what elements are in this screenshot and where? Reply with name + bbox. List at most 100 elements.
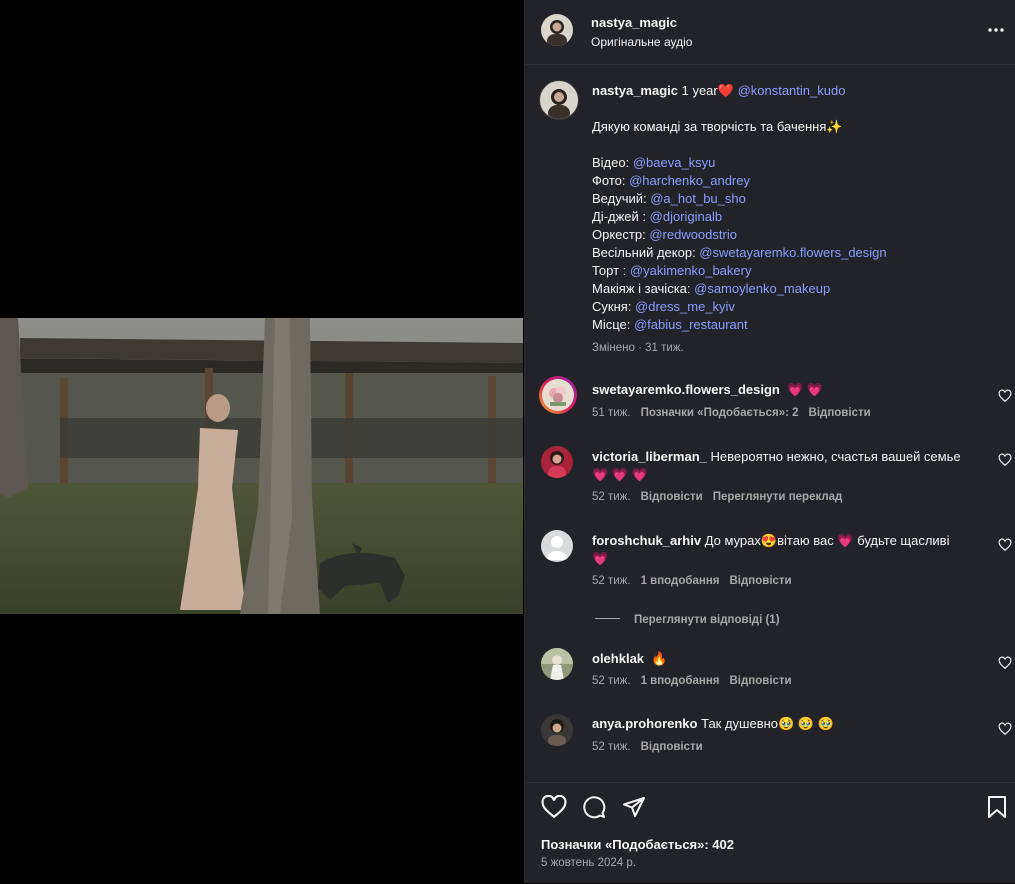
comment-time[interactable]: 52 тиж.	[592, 675, 631, 687]
comment-username[interactable]: victoria_liberman_	[592, 449, 707, 464]
flowers-icon	[549, 386, 566, 406]
comment-time[interactable]: 52 тиж.	[592, 575, 631, 587]
credit-role: Ді-джей :	[592, 209, 650, 224]
credit-role: Відео:	[592, 155, 633, 170]
save-icon[interactable]	[986, 795, 1008, 819]
video-player[interactable]	[0, 318, 523, 614]
share-icon[interactable]	[622, 795, 646, 819]
comment-username[interactable]: foroshchuk_arhiv	[592, 533, 701, 548]
comment: swetayaremko.flowers_design 💗 💗 51 тиж. П…	[525, 376, 1015, 426]
more-options-icon[interactable]	[986, 22, 1006, 38]
audio-link[interactable]: Оригінальне аудіо	[591, 35, 692, 49]
post-panel: nastya_magic Оригінальне аудіо nastya_ma…	[524, 0, 1015, 883]
comment-avatar[interactable]	[541, 648, 573, 680]
comment: victoria_liberman_ Невероятно нежно, сча…	[525, 446, 1015, 506]
like-comment-icon[interactable]	[998, 389, 1012, 403]
like-comment-icon[interactable]	[998, 453, 1012, 467]
heart-emoji: 💗 💗 💗	[592, 467, 648, 482]
credit-handle-link[interactable]: @swetayaremko.flowers_design	[699, 245, 886, 260]
heart-emoji: ❤️	[717, 83, 734, 98]
credit-handle-link[interactable]: @djoriginalb	[650, 209, 722, 224]
credit-line: Торт : @yakimenko_bakery	[592, 262, 992, 280]
replies-divider	[595, 618, 620, 620]
heart-emoji: 💗 💗	[787, 382, 824, 397]
comment-time[interactable]: 52 тиж.	[592, 741, 631, 753]
credit-role: Фото:	[592, 173, 630, 188]
credit-line: Місце: @fabius_restaurant	[592, 316, 992, 334]
credit-line: Сукня: @dress_me_kyiv	[592, 298, 992, 316]
comment-text: Невероятно нежно, счастья вашей семье	[706, 449, 961, 464]
comment-avatar[interactable]	[541, 446, 573, 478]
like-comment-icon[interactable]	[998, 656, 1012, 670]
comment-avatar[interactable]	[541, 530, 573, 562]
credit-line: Відео: @baeva_ksyu	[592, 154, 992, 172]
credit-line: Оркестр: @redwoodstrio	[592, 226, 992, 244]
credit-handle-link[interactable]: @fabius_restaurant	[634, 317, 748, 332]
credit-handle-link[interactable]: @samoylenko_makeup	[694, 281, 830, 296]
credit-handle-link[interactable]: @a_hot_bu_sho	[650, 191, 746, 206]
caption-avatar[interactable]	[539, 80, 579, 120]
comment: foroshchuk_arhiv До мурах😍вітаю вас 💗 бу…	[525, 530, 1015, 630]
heart-eyes-emoji: 😍	[760, 533, 778, 548]
credit-handle-link[interactable]: @yakimenko_bakery	[630, 263, 752, 278]
heart-emoji: 💗	[837, 533, 854, 548]
caption-username[interactable]: nastya_magic	[592, 83, 678, 98]
credit-handle-link[interactable]: @baeva_ksyu	[633, 155, 716, 170]
caption: nastya_magic 1 year❤️ @konstantin_kudo Д…	[592, 82, 992, 354]
comment-text-3: будьте щасливі	[853, 533, 950, 548]
comment-icon[interactable]	[582, 795, 606, 819]
reply-button[interactable]: Відповісти	[641, 741, 703, 753]
like-comment-icon[interactable]	[998, 722, 1012, 736]
comment-avatar[interactable]	[539, 376, 577, 414]
credit-handle-link[interactable]: @dress_me_kyiv	[635, 299, 735, 314]
reply-button[interactable]: Відповісти	[729, 575, 791, 587]
comment-likes[interactable]: 1 вподобання	[641, 575, 720, 587]
credit-line: Фото: @harchenko_andrey	[592, 172, 992, 190]
caption-age: 1 year	[678, 83, 718, 98]
credit-handle-link[interactable]: @redwoodstrio	[649, 227, 737, 242]
view-replies-button[interactable]: Переглянути відповіді (1)	[595, 610, 780, 628]
credit-line: Ді-джей : @djoriginalb	[592, 208, 992, 226]
credit-line: Весільний декор: @swetayaremko.flowers_d…	[592, 244, 992, 262]
post-header: nastya_magic Оригінальне аудіо	[525, 0, 1015, 65]
default-avatar-icon	[546, 536, 568, 560]
comment-text	[644, 651, 648, 666]
comment-text: До мурах	[701, 533, 761, 548]
mention-link[interactable]: @konstantin_kudo	[738, 83, 846, 98]
comment: anya.prohorenko Так душевно🥹 🥹 🥹 52 тиж.…	[525, 714, 1015, 764]
video-frame	[0, 318, 523, 614]
comment-avatar[interactable]	[541, 714, 573, 746]
translate-button[interactable]: Переглянути переклад	[713, 491, 843, 503]
media-area	[0, 0, 524, 883]
like-icon[interactable]	[541, 795, 567, 819]
credits-list: Відео: @baeva_ksyu Фото: @harchenko_andre…	[592, 154, 992, 334]
credit-role: Ведучий:	[592, 191, 651, 206]
profile-photo-icon	[548, 89, 570, 119]
credit-handle-link[interactable]: @harchenko_andrey	[629, 173, 750, 188]
like-comment-icon[interactable]	[998, 538, 1012, 552]
reply-button[interactable]: Відповісти	[729, 675, 791, 687]
comment-username[interactable]: anya.prohorenko	[592, 716, 697, 731]
credit-line: Ведучий: @a_hot_bu_sho	[592, 190, 992, 208]
post-date[interactable]: 5 жовтень 2024 р.	[541, 857, 636, 869]
profile-photo-icon	[547, 20, 567, 46]
comment-time[interactable]: 51 тиж.	[592, 407, 631, 419]
comment-text: Так душевно	[697, 716, 779, 731]
comment-username[interactable]: olehklak	[592, 651, 644, 666]
profile-photo-icon	[541, 648, 573, 680]
sparkle-emoji: ✨	[826, 119, 843, 134]
comment-likes[interactable]: 1 вподобання	[641, 675, 720, 687]
action-bar: Позначки «Подобається»: 402 5 жовтень 20…	[525, 782, 1015, 884]
comment-likes[interactable]: Позначки «Подобається»: 2	[641, 407, 799, 419]
header-avatar[interactable]	[541, 14, 573, 46]
reply-button[interactable]: Відповісти	[641, 491, 703, 503]
comment-username[interactable]: swetayaremko.flowers_design	[592, 382, 780, 397]
reply-button[interactable]: Відповісти	[809, 407, 871, 419]
profile-photo-icon	[548, 719, 566, 746]
comment-time[interactable]: 52 тиж.	[592, 491, 631, 503]
view-replies-label: Переглянути відповіді (1)	[634, 614, 780, 626]
credit-role: Торт :	[592, 263, 630, 278]
likes-count[interactable]: Позначки «Подобається»: 402	[541, 837, 734, 852]
header-username[interactable]: nastya_magic	[591, 15, 677, 30]
fire-emoji: 🔥	[651, 651, 668, 666]
